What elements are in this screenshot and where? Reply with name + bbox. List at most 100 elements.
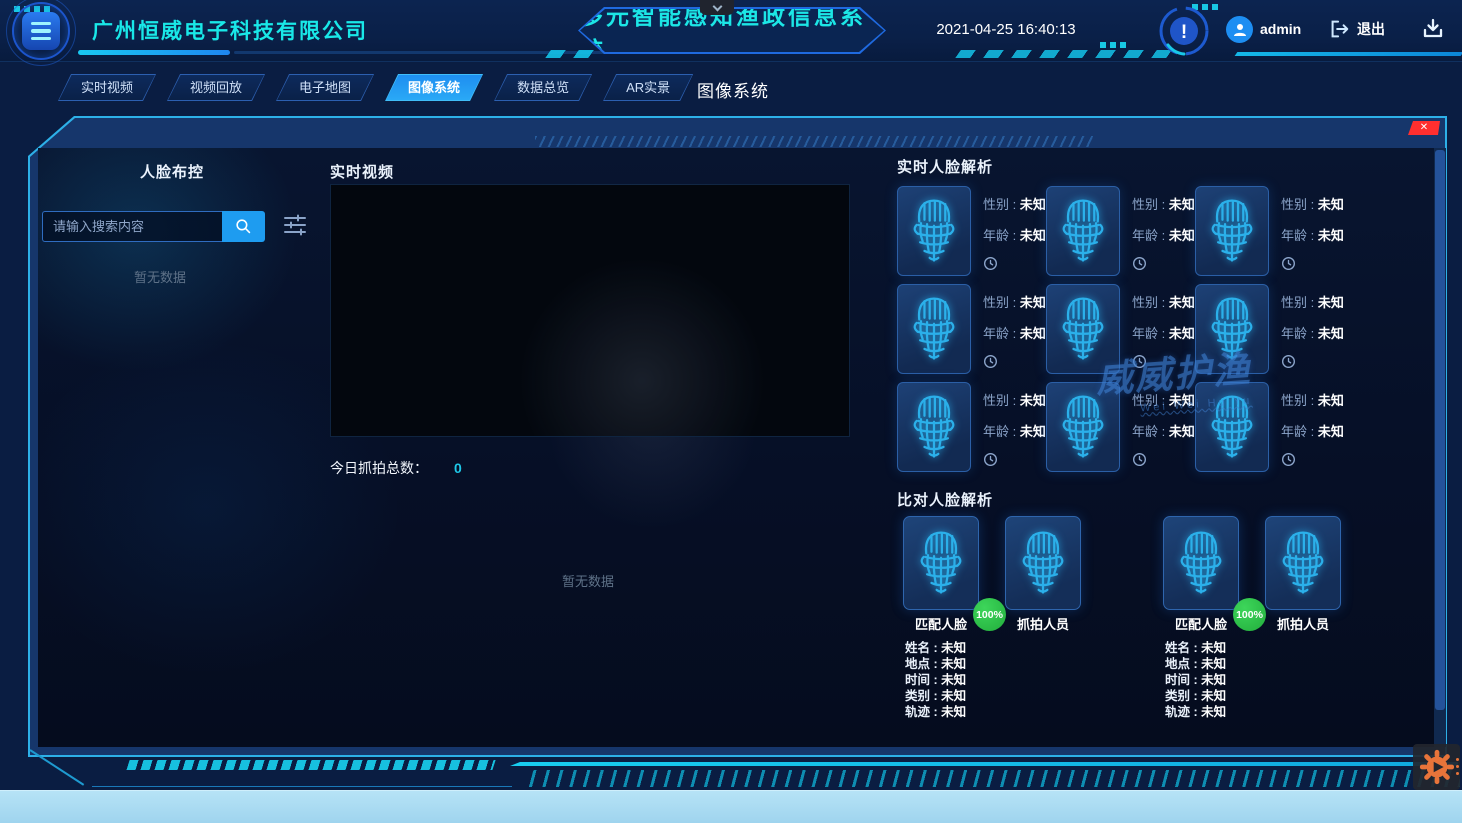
- decor-hatch: [535, 136, 1095, 147]
- windows-taskbar: [0, 790, 1462, 823]
- gender-label: 性别 :: [983, 295, 1020, 310]
- filter-icon[interactable]: [282, 214, 310, 239]
- detail-row: 时间 : 未知: [1165, 672, 1226, 688]
- chevron-down-icon: [712, 1, 722, 11]
- wireframe-face-icon: [1057, 198, 1109, 264]
- wireframe-face-icon: [908, 296, 960, 362]
- nav-tab-label: 图像系统: [386, 75, 482, 100]
- face-cell: 性别 : 未知 年龄 : 未知: [1195, 186, 1355, 284]
- decor-dots: [1100, 42, 1130, 48]
- face-card[interactable]: [897, 284, 971, 374]
- alarm-icon[interactable]: !: [1158, 5, 1210, 57]
- download-icon[interactable]: [1420, 16, 1448, 44]
- user-avatar[interactable]: [1226, 16, 1253, 43]
- detail-value: 未知: [941, 705, 966, 719]
- collapse-notch[interactable]: [700, 0, 734, 15]
- face-cell: 性别 : 未知 年龄 : 未知: [1195, 382, 1355, 480]
- age-label: 年龄 :: [1281, 326, 1318, 341]
- gender-value: 未知: [1318, 393, 1344, 408]
- wireframe-face-icon: [915, 530, 967, 596]
- page-title: 图像系统: [633, 77, 833, 102]
- live-video-title: 实时视频: [330, 161, 394, 182]
- detail-row: 姓名 : 未知: [905, 640, 966, 656]
- nav-tabs: 实时视频 视频回放 电子地图 图像系统 数据总览 AR实景: [58, 74, 693, 101]
- match-score-badge: 100%: [1233, 598, 1266, 631]
- face-card[interactable]: [1195, 382, 1269, 472]
- decor-accent-right: [1235, 52, 1462, 56]
- face-card[interactable]: [1046, 186, 1120, 276]
- scrollbar-thumb[interactable]: [1435, 150, 1445, 710]
- face-info: 性别 : 未知 年龄 : 未知: [1132, 284, 1195, 382]
- match-face-card[interactable]: [1163, 516, 1239, 610]
- clock-icon: [1132, 452, 1147, 467]
- face-info: 性别 : 未知 年龄 : 未知: [1281, 382, 1344, 480]
- clock-icon: [983, 354, 998, 369]
- nav-tab-label: 视频回放: [168, 75, 264, 100]
- detail-label: 地点 :: [1165, 657, 1201, 671]
- desktop-root: 广州恒威电子科技有限公司 多元智能感知渔政信息系统 2021-04-25 16:…: [0, 0, 1462, 823]
- detail-value: 未知: [941, 641, 966, 655]
- detail-label: 姓名 :: [1165, 641, 1201, 655]
- capture-face-card[interactable]: [1265, 516, 1341, 610]
- nav-tab[interactable]: 视频回放: [167, 74, 265, 101]
- face-info: 性别 : 未知 年龄 : 未知: [1132, 186, 1195, 284]
- compare-details: 姓名 : 未知 地点 : 未知 时间 : 未知 类别 : 未知 轨迹 : 未知: [905, 640, 966, 720]
- logout-button[interactable]: 退出: [1328, 18, 1385, 40]
- face-cell: 性别 : 未知 年龄 : 未知: [1046, 382, 1195, 480]
- decor-chevrons-left: [545, 50, 603, 58]
- capture-face-label: 抓拍人员: [1265, 614, 1341, 633]
- gender-label: 性别 :: [1132, 393, 1169, 408]
- face-info: 性别 : 未知 年龄 : 未知: [1132, 382, 1195, 480]
- nav-tab[interactable]: 数据总览: [494, 74, 592, 101]
- detail-value: 未知: [1201, 673, 1226, 687]
- detail-row: 地点 : 未知: [1165, 656, 1226, 672]
- nav-tab-label: 实时视频: [59, 75, 155, 100]
- face-cell: 性别 : 未知 年龄 : 未知: [1195, 284, 1355, 382]
- face-cell: 性别 : 未知 年龄 : 未知: [1046, 186, 1195, 284]
- face-card[interactable]: [897, 382, 971, 472]
- clock-icon: [1281, 354, 1296, 369]
- match-face-label: 匹配人脸: [1163, 614, 1239, 633]
- face-info: 性别 : 未知 年龄 : 未知: [1281, 186, 1344, 284]
- gender-value: 未知: [1169, 393, 1195, 408]
- logout-label: 退出: [1357, 19, 1385, 39]
- face-card[interactable]: [1195, 186, 1269, 276]
- hamburger-menu-icon[interactable]: [22, 12, 60, 50]
- clock-icon: [983, 256, 998, 271]
- search-input[interactable]: [42, 211, 222, 242]
- decor-bottom-line: [92, 786, 512, 787]
- detail-row: 地点 : 未知: [905, 656, 966, 672]
- nav-tab[interactable]: 实时视频: [58, 74, 156, 101]
- wireframe-face-icon: [1206, 296, 1258, 362]
- face-card[interactable]: [1046, 382, 1120, 472]
- face-card[interactable]: [897, 186, 971, 276]
- close-button[interactable]: ✕: [1408, 121, 1440, 135]
- face-watch-title: 人脸布控: [52, 161, 292, 182]
- gender-label: 性别 :: [1132, 295, 1169, 310]
- search-button[interactable]: [222, 211, 265, 242]
- age-value: 未知: [1318, 424, 1344, 439]
- age-label: 年龄 :: [1132, 424, 1169, 439]
- nav-tab[interactable]: 图像系统: [385, 74, 483, 101]
- face-card[interactable]: [1195, 284, 1269, 374]
- face-info: 性别 : 未知 年龄 : 未知: [983, 284, 1046, 382]
- logout-icon: [1328, 18, 1350, 40]
- nav-tab[interactable]: 电子地图: [276, 74, 374, 101]
- detail-row: 时间 : 未知: [905, 672, 966, 688]
- gender-value: 未知: [1169, 197, 1195, 212]
- wireframe-face-icon: [1017, 530, 1069, 596]
- age-value: 未知: [1020, 228, 1046, 243]
- gender-value: 未知: [1020, 393, 1046, 408]
- capture-count-row: 今日抓拍总数： 0: [330, 458, 462, 478]
- face-card[interactable]: [1046, 284, 1120, 374]
- face-info: 性别 : 未知 年龄 : 未知: [983, 186, 1046, 284]
- gender-value: 未知: [1020, 295, 1046, 310]
- wireframe-face-icon: [1175, 530, 1227, 596]
- app-header: 广州恒威电子科技有限公司 多元智能感知渔政信息系统 2021-04-25 16:…: [0, 0, 1462, 62]
- match-face-card[interactable]: [903, 516, 979, 610]
- title-plate: 多元智能感知渔政信息系统: [580, 9, 884, 52]
- capture-face-card[interactable]: [1005, 516, 1081, 610]
- screen-recorder-icon[interactable]: [1413, 744, 1460, 790]
- age-label: 年龄 :: [983, 228, 1020, 243]
- clock-icon: [1281, 256, 1296, 271]
